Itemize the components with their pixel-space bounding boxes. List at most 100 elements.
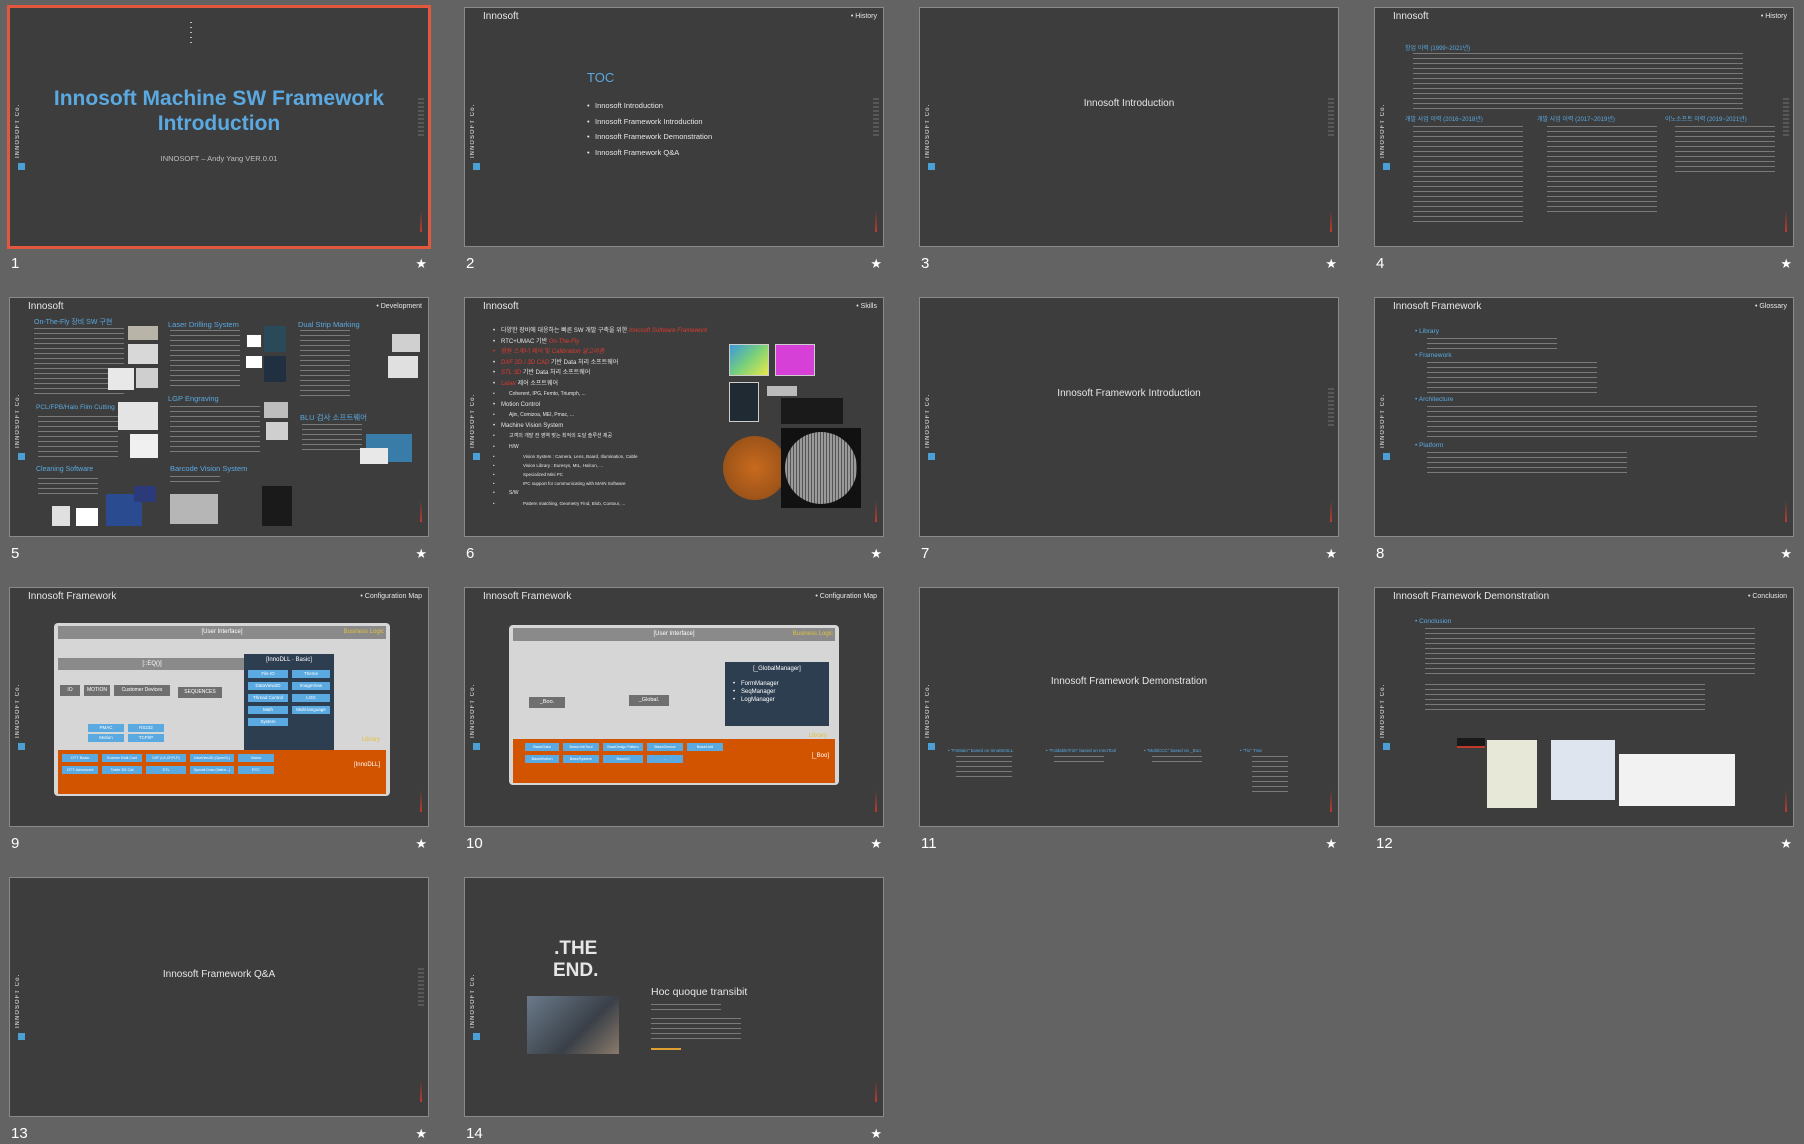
slide-3-canvas[interactable]: INNOSOFT Co. Innosoft Introduction <box>919 7 1339 247</box>
slide-thumbnail-5[interactable]: Innosoft • Development INNOSOFT Co. On-T… <box>9 297 429 567</box>
side-bar <box>875 500 877 522</box>
skills-sub: S/W <box>493 488 753 499</box>
skills-image-pink <box>775 344 815 376</box>
skills-list: 다양한 장비에 대응하는 빠른 SW 개발 구축을 위한 Innosoft So… <box>493 326 753 508</box>
slide-11-canvas[interactable]: INNOSOFT Co. Innosoft Framework Demonstr… <box>919 587 1339 827</box>
slide-14-canvas[interactable]: INNOSOFT Co. .THE END. Hoc quoque transi… <box>464 877 884 1117</box>
slide-8-canvas[interactable]: Innosoft Framework • Glossary INNOSOFT C… <box>1374 297 1794 537</box>
slide-number: 12 <box>1376 835 1393 852</box>
star-icon[interactable]: ★ <box>1780 256 1792 272</box>
skills-highlight: DXF 2D / 3D CAD <box>501 359 550 366</box>
slide-thumbnail-10[interactable]: Innosoft Framework • Configuration Map I… <box>464 587 884 857</box>
glossary-term: • Architecture <box>1415 396 1454 403</box>
slide-thumbnail-7[interactable]: INNOSOFT Co. Innosoft Framework Introduc… <box>919 297 1339 567</box>
star-icon[interactable]: ★ <box>415 836 427 852</box>
slide-7-canvas[interactable]: INNOSOFT Co. Innosoft Framework Introduc… <box>919 297 1339 537</box>
glossary-term-text: Architecture <box>1418 396 1454 403</box>
dev-image <box>264 326 286 352</box>
skills-image-scan <box>729 382 759 422</box>
star-icon[interactable]: ★ <box>870 256 882 272</box>
skills-hw-item: Vision System : Camera, Lens, Board, Ill… <box>493 452 753 461</box>
slide-1-canvas[interactable]: INNOSOFT Co. Innosoft Machine SW Framewo… <box>7 5 431 249</box>
slide-thumbnail-6[interactable]: Innosoft • Skills INNOSOFT Co. 다양한 장비에 대… <box>464 297 884 567</box>
slide-6-canvas[interactable]: Innosoft • Skills INNOSOFT Co. 다양한 장비에 대… <box>464 297 884 537</box>
slide-9-canvas[interactable]: Innosoft Framework • Configuration Map I… <box>9 587 429 827</box>
mid-box: Motion <box>88 734 124 742</box>
skills-item: RTC+UMAC 기반 On-The-Fly <box>493 337 753 348</box>
skills-sub: Coherent, IPG, Femto, Triumph, ... <box>493 389 753 400</box>
basic-item: DataView2D <box>248 682 288 690</box>
side-marker <box>1328 388 1334 428</box>
star-icon[interactable]: ★ <box>870 546 882 562</box>
star-icon[interactable]: ★ <box>1325 256 1337 272</box>
star-icon[interactable]: ★ <box>1325 836 1337 852</box>
star-icon[interactable]: ★ <box>1780 836 1792 852</box>
slide-thumbnail-9[interactable]: Innosoft Framework • Configuration Map I… <box>9 587 429 857</box>
lib-item: Special Draw (Matrix...) <box>190 766 234 774</box>
slide-thumbnail-12[interactable]: Innosoft Framework Demonstration • Concl… <box>1374 587 1794 857</box>
history-col-3-text <box>1675 126 1775 176</box>
star-icon[interactable]: ★ <box>1780 546 1792 562</box>
slide-11-title: Innosoft Framework Demonstration <box>1050 676 1208 687</box>
skills-item: Machine Vision System <box>493 421 753 432</box>
slide-13-canvas[interactable]: INNOSOFT Co. Innosoft Framework Q&A <box>9 877 429 1117</box>
star-icon[interactable]: ★ <box>415 1126 427 1142</box>
slide-5-canvas[interactable]: Innosoft • Development INNOSOFT Co. On-T… <box>9 297 429 537</box>
skills-highlight: Laser <box>501 380 517 387</box>
config-box: MOTION <box>84 685 110 696</box>
slide-thumbnail-2[interactable]: Innosoft • History INNOSOFT Co. TOC Inno… <box>464 7 884 277</box>
history-col-2-text <box>1547 126 1657 212</box>
lib-bar: BaseData BaseJobTool BaseDesign Pattern … <box>513 739 835 783</box>
demo-col-text: "FoldableTrim" based on InnoTool <box>1048 748 1117 753</box>
slide-2-canvas[interactable]: Innosoft • History INNOSOFT Co. TOC Inno… <box>464 7 884 247</box>
section-label: • Development <box>376 303 422 310</box>
dev-image <box>392 334 420 352</box>
dev-image <box>118 402 158 430</box>
slide-thumbnail-4[interactable]: Innosoft • History INNOSOFT Co. 창업 이력 (1… <box>1374 7 1794 277</box>
slide-7-title: Innosoft Framework Introduction <box>1057 388 1201 399</box>
slide-4-canvas[interactable]: Innosoft • History INNOSOFT Co. 창업 이력 (1… <box>1374 7 1794 247</box>
star-icon[interactable]: ★ <box>1325 546 1337 562</box>
skills-image-dark <box>781 398 843 424</box>
slide-10-canvas[interactable]: Innosoft Framework • Configuration Map I… <box>464 587 884 827</box>
basic-item: Math <box>248 706 288 714</box>
slide-thumbnail-13[interactable]: INNOSOFT Co. Innosoft Framework Q&A 13 ★ <box>9 877 429 1142</box>
ui-bar: [User Interface] <box>58 626 386 639</box>
end-title-line-2: END. <box>553 960 599 981</box>
brand-square <box>473 163 480 170</box>
lib-item: BaseDevice <box>647 743 683 751</box>
skills-image-tool <box>767 386 797 396</box>
slide-thumbnail-1[interactable]: INNOSOFT Co. Innosoft Machine SW Framewo… <box>7 5 431 277</box>
star-icon[interactable]: ★ <box>870 1126 882 1142</box>
section-label: • History <box>850 13 877 20</box>
star-icon[interactable]: ★ <box>415 546 427 562</box>
glossary-term: • Library <box>1415 328 1439 335</box>
skills-item: DXF 2D / 3D CAD 기반 Data 처리 소프트웨어 <box>493 358 753 369</box>
slide-thumbnail-11[interactable]: INNOSOFT Co. Innosoft Framework Demonstr… <box>919 587 1339 857</box>
slide-12-canvas[interactable]: Innosoft Framework Demonstration • Concl… <box>1374 587 1794 827</box>
history-col-2: 개발 사업 이력 (2017~2019년) <box>1537 117 1615 123</box>
slide-number: 14 <box>466 1125 483 1142</box>
slide-number: 6 <box>466 545 475 562</box>
skills-sub: Ajin, Comizoa, MEI, Pmac, ... <box>493 410 753 421</box>
slide-thumbnail-14[interactable]: INNOSOFT Co. .THE END. Hoc quoque transi… <box>464 877 884 1142</box>
biz-label: Business Logic <box>792 631 833 637</box>
skills-item: 광원 스캐너 제어 및 Calibration 알고리즘 <box>493 347 753 358</box>
basic-item: Thread Control <box>248 694 288 702</box>
basic-item: Multi-language <box>292 706 330 714</box>
dev-image <box>264 356 286 382</box>
slide-number: 7 <box>921 545 930 562</box>
demo-screenshot-1 <box>1487 740 1537 808</box>
slide-thumbnail-3[interactable]: INNOSOFT Co. Innosoft Introduction 3 ★ <box>919 7 1339 277</box>
slide-1-title: Innosoft Machine SW Framework Introducti… <box>53 87 385 135</box>
end-link[interactable] <box>651 1048 681 1050</box>
star-icon[interactable]: ★ <box>870 836 882 852</box>
slide-number: 1 <box>11 255 20 272</box>
dev-text <box>38 478 98 498</box>
demo-col: • "FSMain" based on InnoMcSLL <box>948 748 1014 753</box>
end-title: .THE END. <box>553 938 598 982</box>
star-icon[interactable]: ★ <box>415 256 427 272</box>
slide-thumbnail-8[interactable]: Innosoft Framework • Glossary INNOSOFT C… <box>1374 297 1794 567</box>
lib-item: DXF (LA,CP,FLP) <box>146 754 186 762</box>
side-bar <box>1330 790 1332 812</box>
